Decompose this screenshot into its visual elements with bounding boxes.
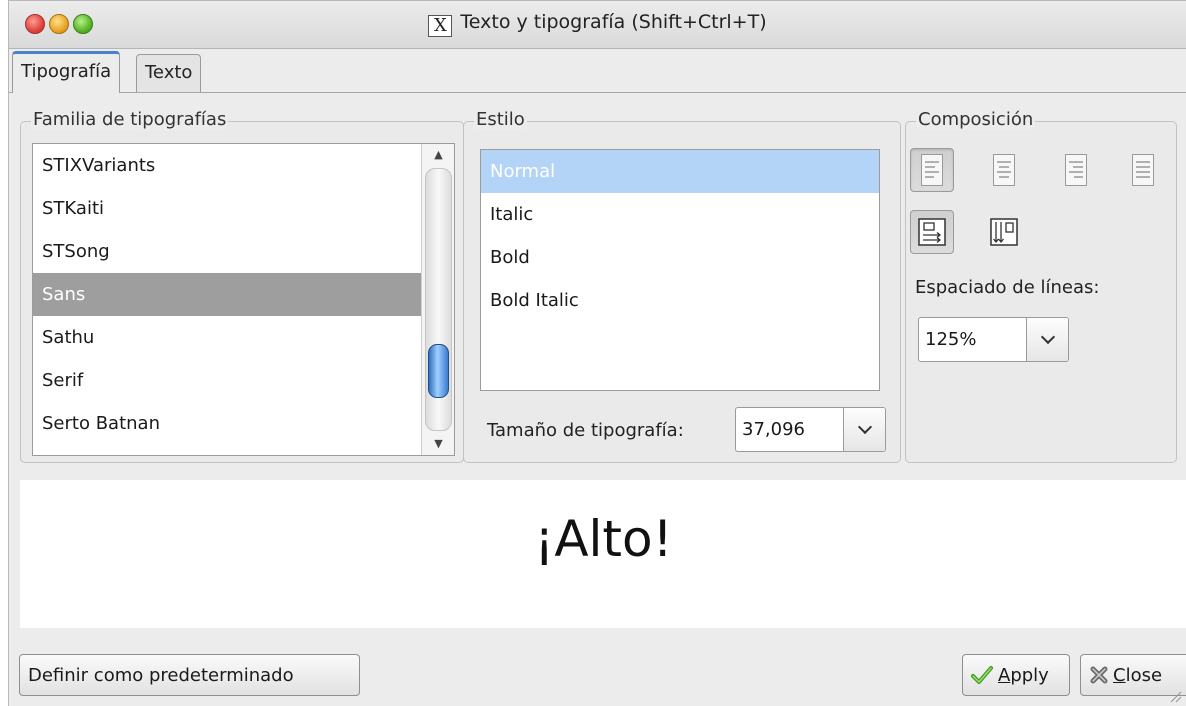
list-item[interactable]: Serto Batnan: [33, 402, 454, 445]
list-item-selected[interactable]: Sans: [33, 273, 454, 316]
list-item[interactable]: Sathu: [33, 316, 454, 359]
close-label-rest: lose: [1125, 664, 1163, 686]
align-left-icon: [921, 154, 943, 186]
line-spacing-combo[interactable]: 125%: [918, 317, 1069, 362]
line-spacing-value[interactable]: 125%: [919, 318, 976, 361]
scroll-up-arrow-icon[interactable]: ▲: [422, 144, 454, 166]
tab-tipografia[interactable]: Tipografía: [12, 51, 121, 93]
line-spacing-label: Espaciado de líneas:: [915, 277, 1100, 298]
set-default-button[interactable]: Definir como predeterminado: [19, 654, 360, 696]
checkmark-icon: [971, 665, 993, 685]
apply-label-rest: pply: [1010, 664, 1049, 686]
scroll-thumb[interactable]: [428, 344, 449, 398]
line-spacing-dropdown-button[interactable]: [1026, 318, 1068, 361]
font-size-label: Tamaño de tipografía:: [487, 420, 684, 441]
apply-button[interactable]: Apply: [962, 654, 1070, 696]
close-x-icon: [1089, 665, 1109, 685]
list-item[interactable]: STKaiti: [33, 187, 454, 230]
close-mnemonic: C: [1113, 664, 1126, 686]
font-family-legend: Familia de tipografías: [31, 109, 229, 130]
horizontal-text-button[interactable]: [910, 210, 954, 254]
font-size-combo[interactable]: 37,096: [735, 407, 886, 452]
scroll-track[interactable]: [425, 168, 452, 431]
window-title-area: X Texto y tipografía (Shift+Ctrl+T): [9, 11, 1186, 37]
list-item[interactable]: Bold: [481, 236, 879, 279]
align-right-icon: [1065, 154, 1087, 186]
list-item[interactable]: STSong: [33, 230, 454, 273]
x-app-icon: X: [428, 15, 453, 37]
resize-grip-icon[interactable]: [1168, 689, 1182, 703]
list-item[interactable]: STIXVariants: [33, 144, 454, 187]
text-preview: ¡Alto!: [20, 480, 1186, 628]
list-item[interactable]: Serif: [33, 359, 454, 402]
composition-legend: Composición: [916, 109, 1036, 130]
window-title: Texto y tipografía (Shift+Ctrl+T): [460, 11, 767, 33]
list-item[interactable]: Bold Italic: [481, 279, 879, 322]
align-center-icon: [993, 154, 1015, 186]
horizontal-text-icon: [918, 218, 946, 246]
apply-label: Apply: [998, 665, 1049, 686]
font-style-list[interactable]: Normal Italic Bold Bold Italic: [480, 149, 880, 391]
align-left-button[interactable]: [910, 148, 954, 192]
font-size-dropdown-button[interactable]: [843, 408, 885, 451]
title-bar[interactable]: X Texto y tipografía (Shift+Ctrl+T): [9, 1, 1186, 49]
vertical-text-button[interactable]: [982, 210, 1026, 254]
font-dialog-window: X Texto y tipografía (Shift+Ctrl+T) Tipog…: [8, 0, 1186, 706]
chevron-down-icon: [1040, 329, 1055, 345]
list-item[interactable]: Italic: [481, 193, 879, 236]
apply-mnemonic: A: [998, 664, 1011, 686]
tab-label: Tipografía: [21, 61, 112, 82]
tab-label: Texto: [145, 62, 193, 83]
scroll-down-arrow-icon[interactable]: ▼: [422, 433, 454, 455]
align-right-button[interactable]: [1054, 148, 1098, 192]
close-label: Close: [1113, 665, 1162, 686]
preview-text: ¡Alto!: [534, 510, 673, 568]
font-family-list[interactable]: STIXVariants STKaiti STSong Sans Sathu S…: [32, 143, 455, 456]
set-default-label: Definir como predeterminado: [28, 664, 294, 686]
chevron-down-icon: [857, 419, 872, 435]
font-size-value[interactable]: 37,096: [736, 408, 805, 451]
align-justify-icon: [1132, 154, 1154, 186]
align-justify-button[interactable]: [1121, 148, 1165, 192]
family-scrollbar[interactable]: ▲ ▼: [421, 144, 454, 455]
align-center-button[interactable]: [982, 148, 1026, 192]
style-legend: Estilo: [474, 109, 527, 130]
vertical-text-icon: [990, 218, 1018, 246]
tab-texto[interactable]: Texto: [136, 54, 202, 92]
list-item-selected[interactable]: Normal: [481, 150, 879, 193]
